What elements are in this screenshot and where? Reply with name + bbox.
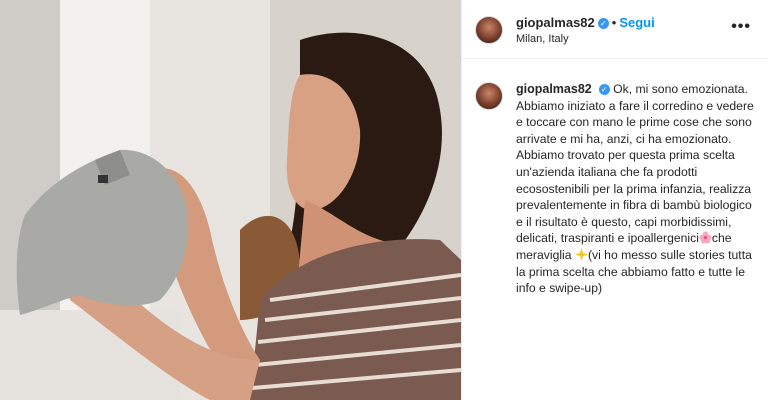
avatar[interactable] — [475, 16, 503, 44]
sweater-label — [98, 175, 108, 183]
separator-dot: • — [611, 15, 617, 30]
post-header: giopalmas82 ✓ • Segui Milan, Italy ••• — [462, 0, 768, 59]
caption-username-link[interactable]: giopalmas82 — [516, 82, 592, 96]
caption-text: giopalmas82 ✓ Ok, mi sono emozionata. Abb… — [516, 81, 756, 297]
verified-badge-icon: ✓ — [598, 84, 610, 96]
post-photo-illustration — [0, 0, 461, 400]
more-options-icon[interactable]: ••• — [731, 18, 751, 36]
header-user-line: giopalmas82 ✓ • Segui — [516, 15, 655, 30]
username-link[interactable]: giopalmas82 — [516, 15, 595, 30]
caption-avatar[interactable] — [475, 82, 503, 110]
verified-badge-icon: ✓ — [597, 18, 609, 30]
sparkle-star-emoji — [574, 247, 588, 261]
post-side-panel: giopalmas82 ✓ • Segui Milan, Italy ••• giop… — [461, 0, 768, 400]
follow-button[interactable]: Segui — [619, 15, 654, 30]
cherry-blossom-emoji — [699, 231, 712, 244]
location-link[interactable]: Milan, Italy — [516, 33, 569, 45]
post-photo[interactable] — [0, 0, 461, 400]
